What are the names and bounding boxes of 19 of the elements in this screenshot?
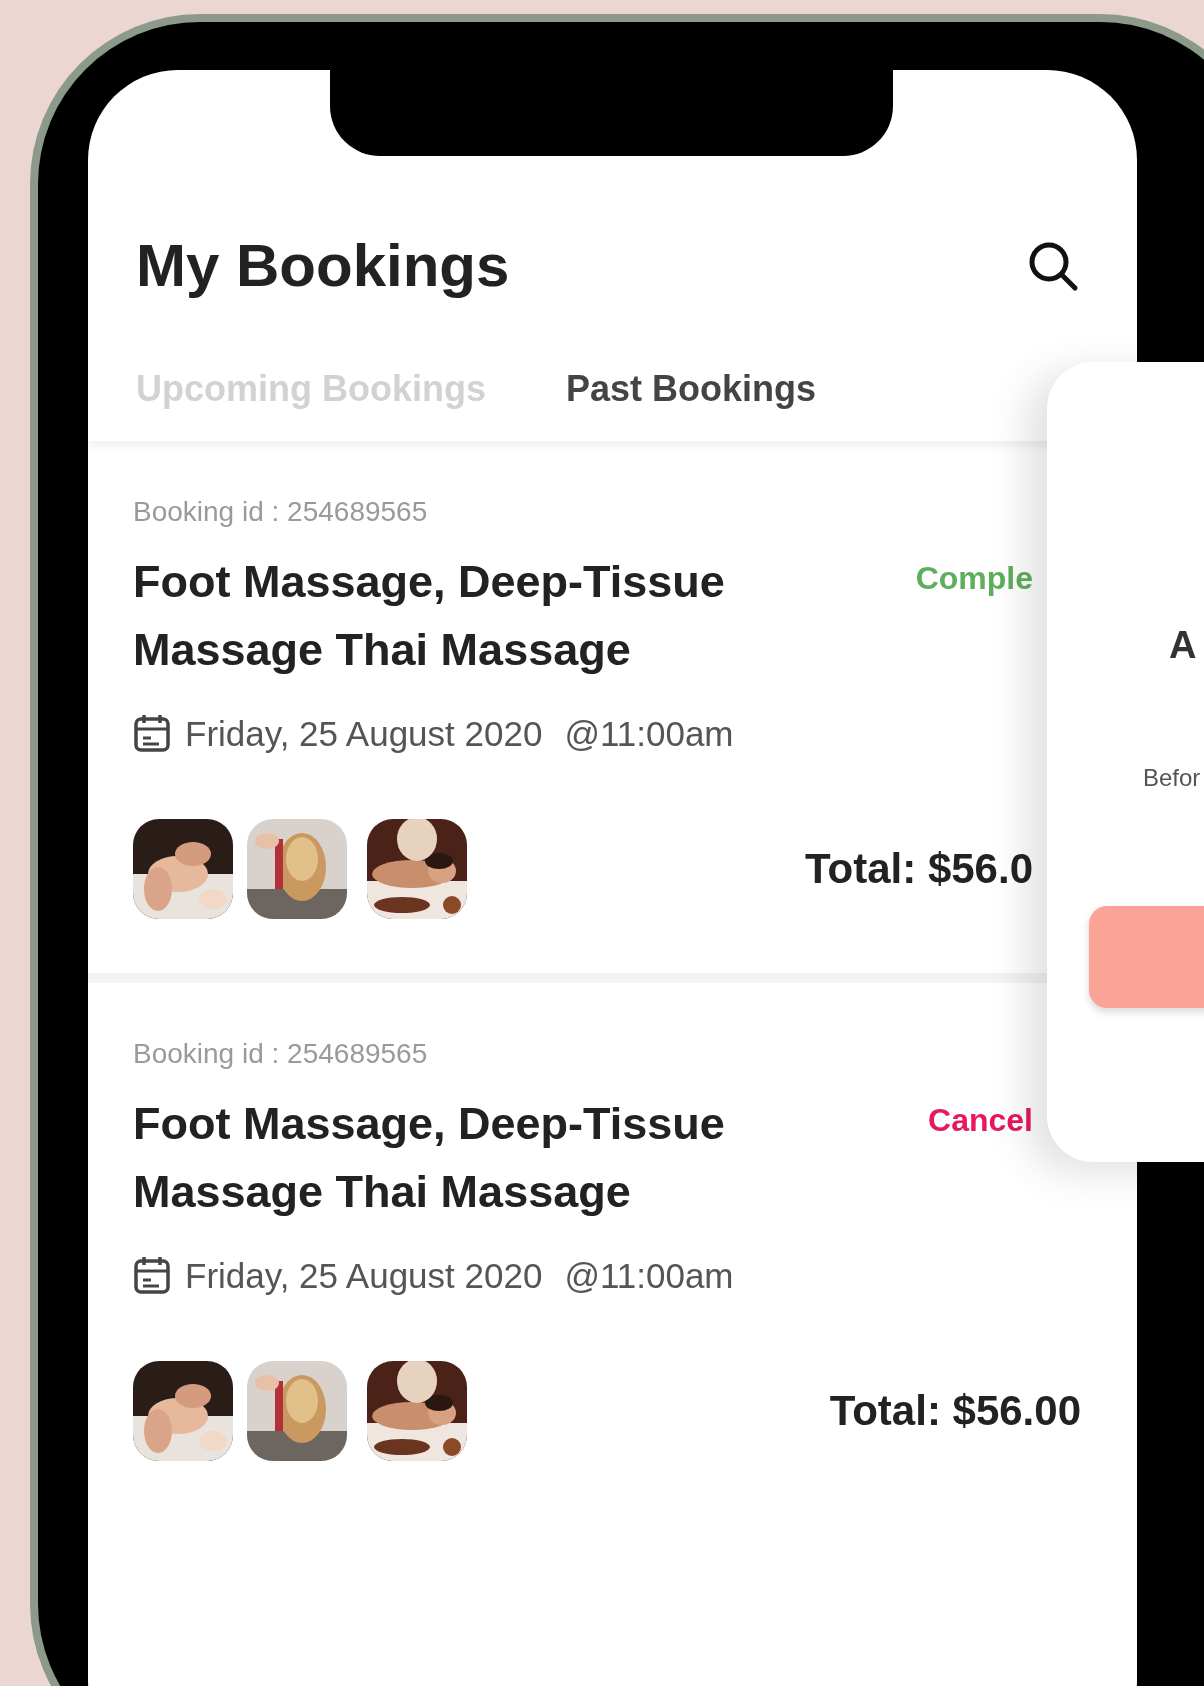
booking-id: Booking id : 254689565: [133, 1040, 429, 1068]
calendar-icon: [133, 1255, 171, 1295]
search-icon[interactable]: [1027, 240, 1079, 292]
booking-date: Friday, 25 August 2020: [185, 1257, 543, 1293]
booking-time: @11:00am: [564, 1257, 734, 1293]
service-title: Foot Massage, Deep-Tissue Massage Thai Massage: [133, 555, 726, 677]
booking-time: @11:00am: [564, 715, 734, 751]
dialog-heading: A: [1169, 626, 1197, 664]
total-price: Total: $56.00: [829, 1390, 1081, 1432]
tab[interactable]: Past Bookings: [566, 371, 817, 407]
service-title: Foot Massage, Deep-Tissue Massage Thai Massage: [133, 1097, 726, 1219]
total-price: Total: $56.0: [805, 848, 1033, 890]
calendar-icon: [133, 713, 171, 753]
booking-id: Booking id : 254689565: [133, 498, 429, 526]
status-label: Cancel: [928, 1104, 1033, 1136]
page-title: My Bookings: [136, 236, 510, 296]
status-label: Comple: [915, 562, 1033, 594]
booking-date: Friday, 25 August 2020: [185, 715, 543, 751]
dialog-text: Befor: [1143, 766, 1201, 790]
